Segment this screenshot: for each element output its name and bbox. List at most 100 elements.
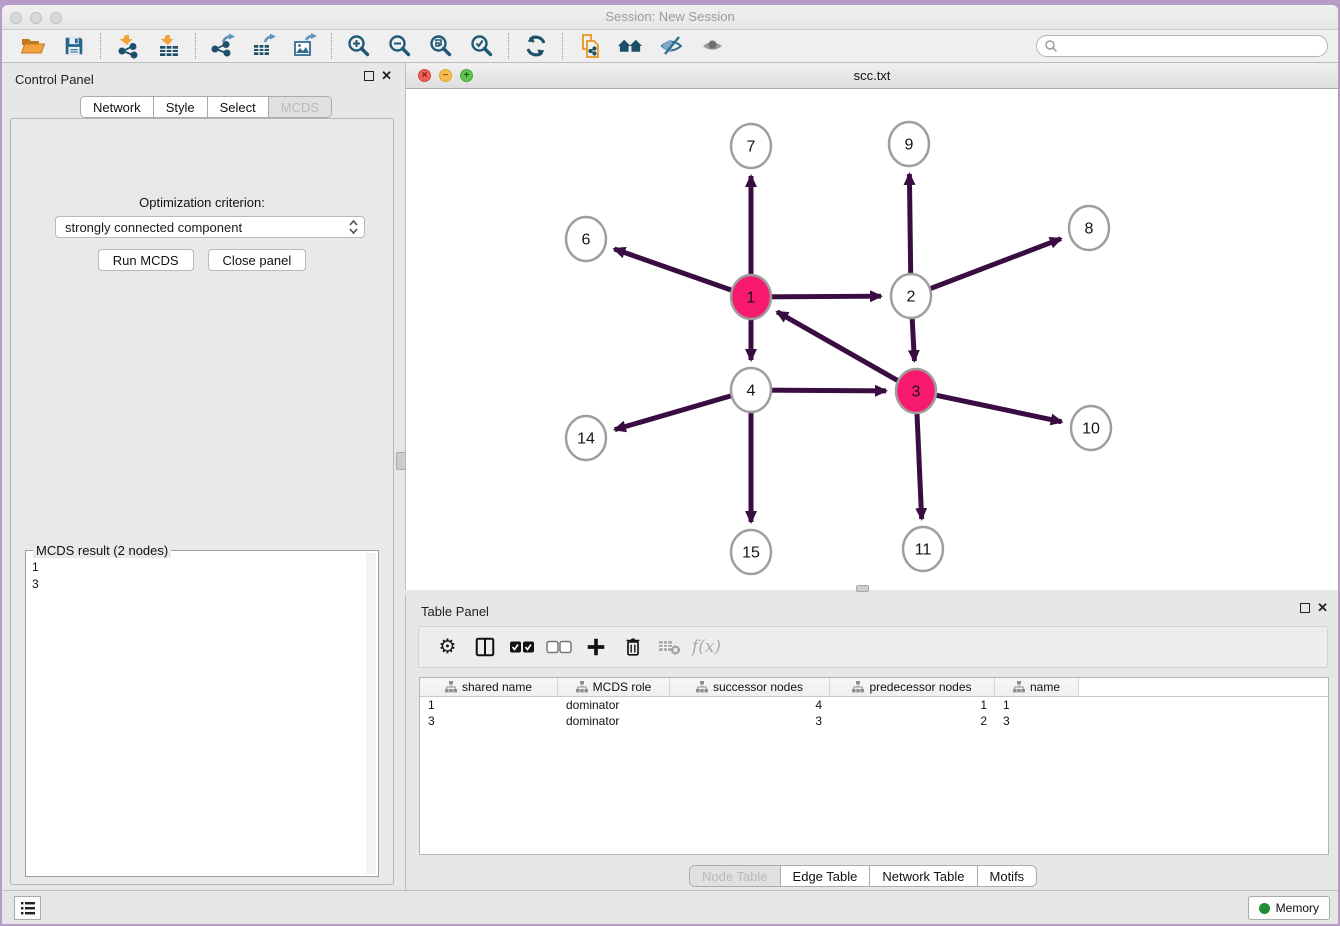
graph-node-label: 6 xyxy=(582,232,591,249)
tab-motifs[interactable]: Motifs xyxy=(977,866,1037,886)
window-title: Session: New Session xyxy=(2,9,1338,24)
tab-network-table[interactable]: Network Table xyxy=(869,866,976,886)
graph-node-1[interactable]: 1 xyxy=(731,275,771,319)
graph-node-6[interactable]: 6 xyxy=(566,217,606,261)
criterion-dropdown[interactable]: strongly connected component xyxy=(55,216,365,238)
export-network-button[interactable] xyxy=(209,33,236,60)
zoom-out-icon xyxy=(387,33,413,59)
table-row[interactable]: 3dominator323 xyxy=(420,713,1328,729)
zoom-selected-button[interactable] xyxy=(468,33,495,60)
mcds-result-box: MCDS result (2 nodes) 1 3 xyxy=(25,550,379,877)
import-network-button[interactable] xyxy=(114,33,141,60)
zoom-in-button[interactable] xyxy=(345,33,372,60)
graph-node-8[interactable]: 8 xyxy=(1069,206,1109,250)
table-cell: 3 xyxy=(420,713,558,729)
column-panel-button[interactable] xyxy=(466,632,503,662)
table-cell: 1 xyxy=(420,697,558,713)
graph-node-15[interactable]: 15 xyxy=(731,530,771,574)
open-file-button[interactable] xyxy=(19,33,46,60)
toolbar-separator xyxy=(562,33,563,59)
graph-node-3[interactable]: 3 xyxy=(896,369,936,413)
delete-column-button[interactable] xyxy=(614,632,651,662)
show-all-columns-button[interactable] xyxy=(503,632,540,662)
graph-edge-3-10[interactable] xyxy=(916,391,1062,422)
export-table-button[interactable] xyxy=(250,33,277,60)
import-table-icon xyxy=(156,33,182,59)
graph-edge-2-8[interactable] xyxy=(911,239,1061,296)
column-header-label: successor nodes xyxy=(713,680,803,694)
hide-all-columns-button[interactable] xyxy=(540,632,577,662)
table-row[interactable]: 1dominator411 xyxy=(420,697,1328,713)
export-image-button[interactable] xyxy=(291,33,318,60)
hide-all-columns-icon xyxy=(546,640,572,654)
run-mcds-button[interactable]: Run MCDS xyxy=(98,249,194,271)
chevron-up-down-icon xyxy=(348,219,359,235)
toolbar-separator xyxy=(508,33,509,59)
graph-node-label: 4 xyxy=(747,383,756,400)
network-window-title: scc.txt xyxy=(406,68,1338,83)
result-scrollbar[interactable] xyxy=(366,553,376,874)
horizontal-splitter-handle[interactable] xyxy=(856,585,869,592)
graph-node-7[interactable]: 7 xyxy=(731,124,771,168)
column-header-successor-nodes[interactable]: successor nodes xyxy=(670,678,830,696)
zoom-fit-button[interactable] xyxy=(427,33,454,60)
control-panel-tabs: NetworkStyleSelectMCDS xyxy=(80,96,332,118)
graph-edge-1-6[interactable] xyxy=(614,249,751,297)
save-session-button[interactable] xyxy=(60,33,87,60)
graph-node-2[interactable]: 2 xyxy=(891,274,931,318)
add-column-button[interactable] xyxy=(577,632,614,662)
main-toolbar xyxy=(2,30,1338,63)
control-panel: Control Panel ✕ NetworkStyleSelectMCDS O… xyxy=(2,63,402,890)
first-neighbors-icon xyxy=(577,33,603,59)
graph-node-label: 8 xyxy=(1085,221,1094,238)
toolbar-separator xyxy=(100,33,101,59)
column-header-shared-name[interactable]: shared name xyxy=(420,678,558,696)
graph-node-4[interactable]: 4 xyxy=(731,368,771,412)
search-input[interactable] xyxy=(1058,37,1327,55)
memory-button[interactable]: Memory xyxy=(1248,896,1330,920)
task-history-button[interactable] xyxy=(14,896,41,920)
tab-node-table[interactable]: Node Table xyxy=(690,866,780,886)
first-neighbors-button[interactable] xyxy=(576,33,603,60)
column-header-name[interactable]: name xyxy=(995,678,1079,696)
table-toolbar: ⚙ f(x) xyxy=(418,626,1328,668)
column-header-predecessor-nodes[interactable]: predecessor nodes xyxy=(830,678,995,696)
graph-edge-3-1[interactable] xyxy=(777,312,916,391)
graph-node-14[interactable]: 14 xyxy=(566,416,606,460)
function-builder-button[interactable]: f(x) xyxy=(688,632,725,662)
delete-column-icon xyxy=(622,636,644,658)
import-table-button[interactable] xyxy=(155,33,182,60)
network-canvas[interactable]: 7 9 6 8 1 2 4 3 14 10 15 11 xyxy=(406,89,1338,590)
tab-mcds[interactable]: MCDS xyxy=(268,97,331,117)
save-session-icon xyxy=(62,34,86,58)
column-panel-icon xyxy=(474,636,496,658)
tab-network[interactable]: Network xyxy=(81,97,153,117)
node-table: shared nameMCDS role successor nodes prede… xyxy=(419,677,1329,855)
graph-node-11[interactable]: 11 xyxy=(903,527,943,571)
table-cell: dominator xyxy=(558,697,670,713)
column-type-icon xyxy=(576,681,588,693)
delete-table-icon xyxy=(658,637,682,657)
titlebar: Session: New Session xyxy=(2,5,1338,30)
tab-select[interactable]: Select xyxy=(207,97,268,117)
show-all-button[interactable] xyxy=(699,33,726,60)
float-panel-icon[interactable] xyxy=(1300,603,1310,613)
table-panel-tabs: Node TableEdge TableNetwork TableMotifs xyxy=(689,865,1037,887)
list-icon xyxy=(20,901,36,916)
close-panel-icon[interactable]: ✕ xyxy=(1317,603,1328,613)
delete-table-button[interactable] xyxy=(651,632,688,662)
float-panel-icon[interactable] xyxy=(364,71,374,81)
graph-node-9[interactable]: 9 xyxy=(889,122,929,166)
close-panel-button[interactable]: Close panel xyxy=(208,249,307,271)
refresh-layout-button[interactable] xyxy=(522,33,549,60)
tab-edge-table[interactable]: Edge Table xyxy=(780,866,870,886)
tab-style[interactable]: Style xyxy=(153,97,207,117)
graph-node-10[interactable]: 10 xyxy=(1071,406,1111,450)
zoom-out-button[interactable] xyxy=(386,33,413,60)
column-header-MCDS-role[interactable]: MCDS role xyxy=(558,678,670,696)
hide-selected-button[interactable] xyxy=(658,33,685,60)
home-view-button[interactable] xyxy=(617,33,644,60)
export-network-icon xyxy=(210,33,236,59)
close-panel-icon[interactable]: ✕ xyxy=(381,71,392,81)
settings-gear-button[interactable]: ⚙ xyxy=(429,632,466,662)
